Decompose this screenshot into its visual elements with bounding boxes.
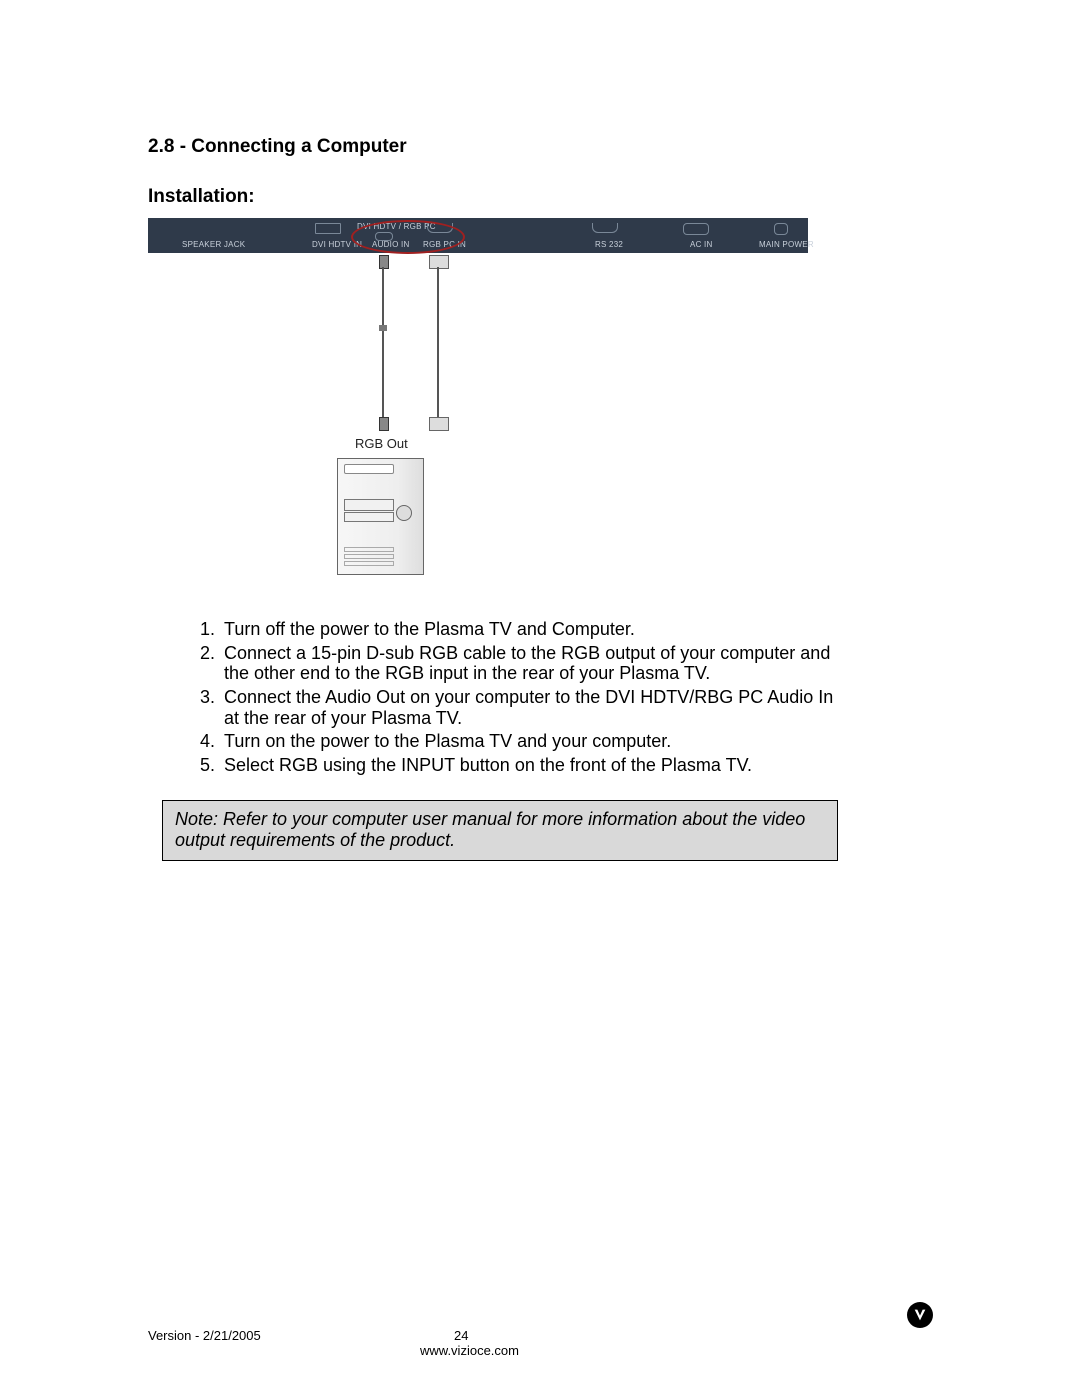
audio-cable-icon bbox=[382, 267, 384, 417]
audio-plug-bottom-icon bbox=[379, 417, 389, 431]
brand-logo-icon bbox=[907, 1302, 933, 1328]
vga-plug-top-icon bbox=[429, 255, 449, 269]
pc-tower-icon bbox=[337, 458, 424, 575]
rgb-out-label: RGB Out bbox=[355, 436, 408, 451]
audio-inline-icon bbox=[379, 325, 387, 331]
step-item: Turn off the power to the Plasma TV and … bbox=[220, 618, 848, 642]
step-item: Connect a 15-pin D-sub RGB cable to the … bbox=[220, 642, 848, 686]
connection-diagram: RGB Out bbox=[148, 253, 808, 598]
footer-version: Version - 2/21/2005 bbox=[148, 1328, 261, 1343]
step-item: Connect the Audio Out on your computer t… bbox=[220, 686, 848, 730]
port-label-speaker: SPEAKER JACK bbox=[182, 240, 245, 249]
port-icon-ac-in bbox=[683, 223, 709, 235]
port-label-ac-in: AC IN bbox=[690, 240, 713, 249]
footer-page-number: 24 bbox=[454, 1328, 468, 1343]
port-icon-rs232 bbox=[592, 223, 618, 233]
vga-cable-icon bbox=[437, 267, 439, 417]
installation-steps: Turn off the power to the Plasma TV and … bbox=[148, 618, 848, 778]
section-heading: 2.8 - Connecting a Computer bbox=[148, 136, 848, 158]
step-item: Turn on the power to the Plasma TV and y… bbox=[220, 730, 848, 754]
port-label-main-power: MAIN POWER bbox=[759, 240, 814, 249]
note-box: Note: Refer to your computer user manual… bbox=[162, 800, 838, 861]
tv-back-panel: SPEAKER JACK DVI HDTV IN DVI HDTV / RGB … bbox=[148, 218, 808, 253]
port-icon-main-power bbox=[774, 223, 788, 235]
port-label-rs232: RS 232 bbox=[595, 240, 623, 249]
footer-url: www.vizioce.com bbox=[420, 1343, 519, 1358]
audio-plug-top-icon bbox=[379, 255, 389, 269]
vga-plug-bottom-icon bbox=[429, 417, 449, 431]
port-icon-dvi-hdtv bbox=[315, 223, 341, 234]
step-item: Select RGB using the INPUT button on the… bbox=[220, 754, 848, 778]
highlight-ellipse bbox=[351, 220, 465, 254]
subheading: Installation: bbox=[148, 186, 848, 208]
